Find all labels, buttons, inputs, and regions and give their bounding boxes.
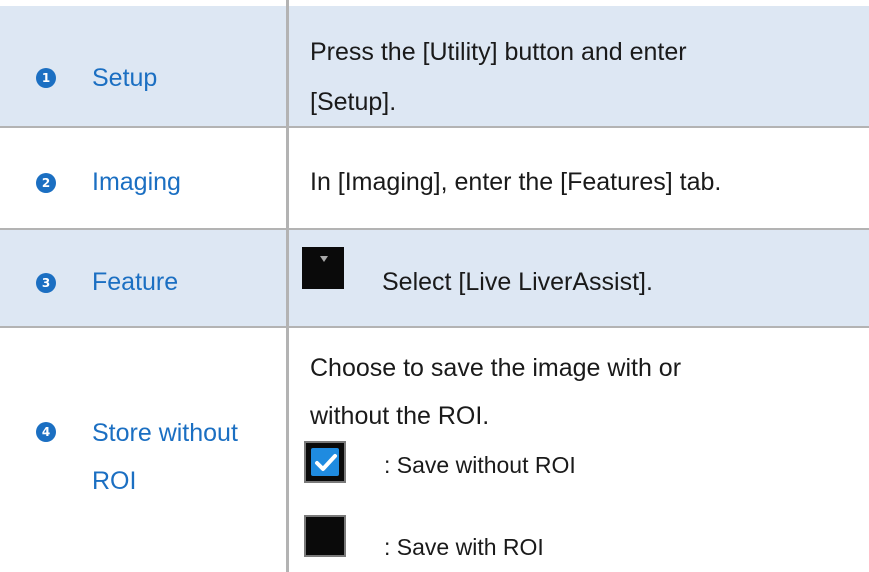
step-description-line: Press the [Utility] button and enter — [310, 38, 687, 66]
step-number-badge: 2 — [36, 173, 56, 193]
step-description-line: In [Imaging], enter the [Features] tab. — [310, 168, 722, 196]
option-text-save-with-roi: : Save with ROI — [384, 534, 544, 560]
step-label: Setup — [92, 64, 158, 92]
table-row: 3 Feature Select [Live LiverAssist]. — [0, 230, 869, 326]
column-divider — [286, 0, 289, 572]
step-description-line: [Setup]. — [310, 88, 397, 116]
step-description-line: Select [Live LiverAssist]. — [382, 268, 653, 296]
step-number-badge: 4 — [36, 422, 56, 442]
row-divider — [0, 228, 869, 230]
option-text-save-without-roi: : Save without ROI — [384, 452, 576, 478]
checkbox-empty-icon — [304, 515, 346, 557]
table-row: 2 Imaging In [Imaging], enter the [Featu… — [0, 128, 869, 228]
step-label: ROI — [92, 467, 137, 495]
step-description-line: Choose to save the image with or — [310, 354, 682, 382]
step-number-badge: 1 — [36, 68, 56, 88]
row-divider — [0, 326, 869, 328]
row-divider — [0, 126, 869, 128]
step-label: Store without — [92, 419, 238, 447]
step-label: Imaging — [92, 168, 181, 196]
step-label: Feature — [92, 268, 179, 296]
checkbox-checked-icon — [304, 441, 346, 483]
instruction-table: 1 Setup Press the [Utility] button and e… — [0, 0, 869, 572]
dropdown-arrow-icon — [302, 247, 344, 289]
step-number-badge: 3 — [36, 273, 56, 293]
step-description-line: without the ROI. — [310, 402, 490, 430]
table-row: 1 Setup Press the [Utility] button and e… — [0, 6, 869, 126]
